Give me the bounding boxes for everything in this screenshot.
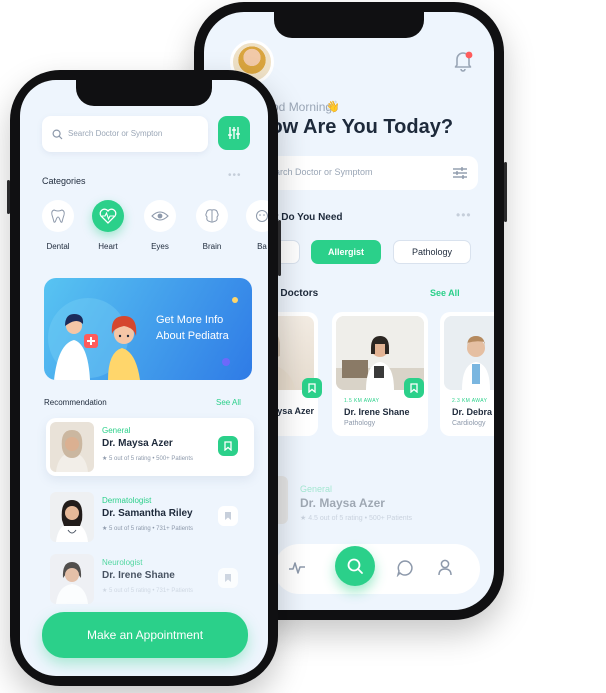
- category-baby[interactable]: [246, 200, 268, 232]
- doctor-meta: ★ 4.5 out of 5 rating • 500+ Patients: [300, 515, 413, 522]
- category-label: Heart: [98, 242, 118, 251]
- doctor-specialty: Cardiology: [452, 420, 486, 427]
- doctor-specialty: General: [102, 426, 131, 435]
- more-icon[interactable]: •••: [456, 208, 472, 222]
- notch: [76, 80, 212, 106]
- doctor-meta: ★ 5 out of 5 rating • 500+ Patients: [102, 456, 194, 462]
- profile-icon[interactable]: [436, 558, 454, 581]
- filter-icon: [228, 127, 240, 139]
- doctor-meta: ★ 5 out of 5 rating • 731+ Patients: [102, 588, 194, 594]
- category-brain[interactable]: [196, 200, 228, 232]
- doctor-photo: [50, 492, 94, 542]
- notch: [274, 12, 424, 38]
- bell-icon[interactable]: [450, 48, 476, 74]
- brain-icon: [205, 209, 219, 223]
- doctor-name: Dr. Debra: [452, 407, 493, 417]
- doctor-name: Dr. Irene Shane: [344, 407, 410, 417]
- bookmark-icon[interactable]: [302, 378, 322, 398]
- doctor-name: Dr. Maysa Azer: [300, 496, 385, 510]
- category-heart[interactable]: [92, 200, 124, 232]
- filter-pill-pathology[interactable]: Pathology: [393, 240, 471, 264]
- volume-button: [7, 180, 10, 214]
- search-fab[interactable]: [335, 546, 375, 586]
- distance-label: 2.3 KM AWAY: [452, 398, 488, 404]
- promo-banner[interactable]: Get More Info About Pediatra: [44, 278, 252, 380]
- search-bar[interactable]: Search Doctor or Symptom: [252, 156, 478, 190]
- doctor-card[interactable]: 1.5 KM AWAY Dr. Irene Shane Pathology: [332, 312, 428, 436]
- category-label: Eyes: [151, 242, 169, 251]
- bookmark-button[interactable]: [218, 506, 238, 526]
- power-button: [278, 220, 281, 276]
- tooth-icon: [51, 209, 65, 223]
- doctor-specialty: General: [300, 484, 333, 494]
- bookmark-icon: [224, 441, 232, 451]
- heart-pulse-icon: [99, 208, 117, 224]
- wave-emoji-icon: 👋: [326, 101, 340, 113]
- doctor-photo: [444, 316, 494, 390]
- distance-label: 1.5 KM AWAY: [344, 398, 380, 404]
- category-label: Brain: [202, 242, 222, 251]
- power-button: [504, 162, 507, 222]
- bookmark-button[interactable]: [218, 436, 238, 456]
- category-label: Ba: [257, 242, 267, 251]
- category-dental[interactable]: [42, 200, 74, 232]
- bookmark-icon: [225, 574, 231, 582]
- categories-title: Categories: [42, 176, 86, 186]
- activity-icon[interactable]: [288, 560, 306, 581]
- doctor-name: Dr. Irene Shane: [102, 570, 175, 581]
- make-appointment-button[interactable]: Make an Appointment: [42, 612, 248, 658]
- search-input[interactable]: Search Doctor or Symptom: [264, 167, 373, 177]
- filter-icon[interactable]: [452, 166, 468, 185]
- doctor-specialty: Neurologist: [102, 558, 143, 567]
- faded-recommendation-card[interactable]: General Dr. Maysa Azer ★ 4.5 out of 5 ra…: [244, 472, 484, 532]
- banner-text: Get More Info About Pediatra: [156, 312, 229, 344]
- filter-button[interactable]: [218, 116, 250, 150]
- chat-icon[interactable]: [396, 559, 414, 582]
- see-all-link[interactable]: See All: [216, 398, 241, 407]
- see-all-link[interactable]: See All: [430, 288, 460, 298]
- doctor-meta: ★ 5 out of 5 rating • 731+ Patients: [102, 526, 194, 532]
- front-screen: Search Doctor or Sympton Categories ••• …: [20, 80, 268, 676]
- doctor-photo: [50, 554, 94, 604]
- search-input[interactable]: Search Doctor or Sympton: [68, 129, 162, 138]
- eye-icon: [151, 211, 169, 221]
- doctor-card[interactable]: 2.3 KM AWAY Dr. Debra Cardiology: [440, 312, 494, 436]
- doctor-photo: [50, 422, 94, 472]
- filter-pill-allergist[interactable]: Allergist: [311, 240, 381, 264]
- doctor-specialty: Dermatologist: [102, 496, 152, 505]
- category-label: Dental: [46, 242, 70, 251]
- search-icon: [347, 558, 363, 574]
- recommendation-title: Recommendation: [44, 398, 107, 407]
- banner-line-2: About Pediatra: [156, 330, 229, 342]
- banner-line-1: Get More Info: [156, 314, 224, 326]
- bookmark-button[interactable]: [218, 568, 238, 588]
- bookmark-icon[interactable]: [404, 378, 424, 398]
- category-eyes[interactable]: [144, 200, 176, 232]
- recommendation-card[interactable]: Dermatologist Dr. Samantha Riley ★ 5 out…: [46, 488, 254, 546]
- doctor-specialty: Pathology: [344, 420, 376, 427]
- page-title: How Are You Today?: [256, 116, 454, 138]
- recommendation-card[interactable]: Neurologist Dr. Irene Shane ★ 5 out of 5…: [46, 550, 254, 608]
- more-icon[interactable]: •••: [228, 170, 242, 181]
- baby-icon: [256, 210, 268, 222]
- search-icon: [52, 129, 63, 140]
- search-bar[interactable]: Search Doctor or Sympton: [42, 116, 208, 152]
- bookmark-icon: [225, 512, 231, 520]
- doctor-name: Dr. Samantha Riley: [102, 508, 193, 519]
- doctor-name: Dr. Maysa Azer: [102, 438, 173, 449]
- recommendation-card[interactable]: General Dr. Maysa Azer ★ 5 out of 5 rati…: [46, 418, 254, 476]
- front-phone: Search Doctor or Sympton Categories ••• …: [7, 70, 281, 686]
